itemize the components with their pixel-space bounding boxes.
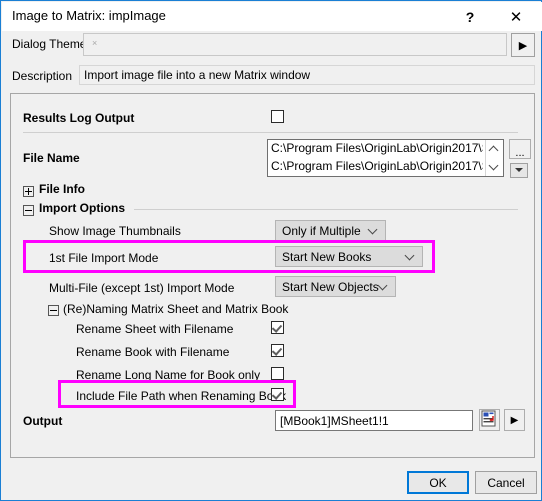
file-name-scrollbar[interactable] [485,140,503,176]
dropdown-value: Start New Books [282,250,372,264]
dialog-theme-label: Dialog Theme [12,37,87,51]
rename-book-label: Rename Book with Filename [76,345,230,359]
rename-book-checkbox[interactable] [271,344,284,357]
group-rule [134,209,518,210]
results-log-checkbox[interactable] [271,110,284,123]
expander-file-info[interactable] [23,186,34,197]
close-icon[interactable]: ✕ [494,2,538,31]
image-to-matrix-dialog: Image to Matrix: impImage ? ✕ Dialog The… [0,0,542,501]
rename-long-name-label: Rename Long Name for Book only [76,368,261,382]
show-image-thumbnails-dropdown[interactable]: Only if Multiple [275,220,386,241]
cancel-button[interactable]: Cancel [475,471,537,494]
ok-button[interactable]: OK [407,471,469,494]
rename-sheet-checkbox[interactable] [271,321,284,334]
renaming-group-label: (Re)Naming Matrix Sheet and Matrix Book [63,302,289,316]
output-value: [MBook1]MSheet1!1 [280,414,389,428]
dialog-theme-field[interactable]: × [83,33,507,56]
rename-long-name-checkbox[interactable] [271,367,284,380]
output-label: Output [23,414,63,428]
description-field[interactable]: Import image file into a new Matrix wind… [79,65,535,85]
chevron-down-icon [406,251,415,260]
file-name-item[interactable]: C:\Program Files\OriginLab\Origin2017\Sa… [271,159,483,173]
output-field[interactable]: [MBook1]MSheet1!1 [275,410,473,431]
help-icon[interactable]: ? [448,2,492,31]
file-info-label: File Info [39,182,85,196]
worksheet-icon [481,410,496,427]
dialog-theme-value: × [92,38,98,48]
chevron-down-icon [379,281,388,290]
chevron-up-icon[interactable] [489,145,500,153]
import-options-label: Import Options [39,201,125,215]
title-bar: Image to Matrix: impImage ? ✕ [2,2,542,31]
expander-renaming[interactable] [48,305,59,316]
file-name-label: File Name [23,151,80,165]
results-log-label: Results Log Output [23,111,135,125]
divider [23,132,518,133]
first-file-import-mode-label: 1st File Import Mode [49,251,159,265]
output-sheet-picker-button[interactable] [479,409,500,431]
multi-file-import-mode-label: Multi-File (except 1st) Import Mode [49,281,235,295]
dropdown-value: Only if Multiple [282,224,361,238]
expander-import-options[interactable] [23,205,34,216]
multi-file-import-mode-dropdown[interactable]: Start New Objects [275,276,396,297]
first-file-import-mode-dropdown[interactable]: Start New Books [275,246,423,267]
window-title: Image to Matrix: impImage [12,8,166,23]
include-file-path-checkbox[interactable] [271,388,284,401]
dialog-theme-menu-button[interactable]: ▶ [511,33,535,57]
output-menu-button[interactable]: ▶ [504,409,525,431]
file-name-dropdown-button[interactable] [510,163,528,178]
browse-button[interactable]: ... [509,139,531,159]
rename-sheet-label: Rename Sheet with Filename [76,322,234,336]
chevron-down-icon [369,225,378,234]
description-value: Import image file into a new Matrix wind… [84,68,311,82]
chevron-down-icon[interactable] [489,162,500,170]
dropdown-value: Start New Objects [282,280,379,294]
file-name-list[interactable]: C:\Program Files\OriginLab\Origin2017\Sa… [267,139,504,177]
show-image-thumbnails-label: Show Image Thumbnails [49,224,181,238]
include-file-path-label: Include File Path when Renaming Book [76,389,287,403]
description-label: Description [12,69,73,83]
file-name-item[interactable]: C:\Program Files\OriginLab\Origin2017\Sa… [271,141,483,155]
